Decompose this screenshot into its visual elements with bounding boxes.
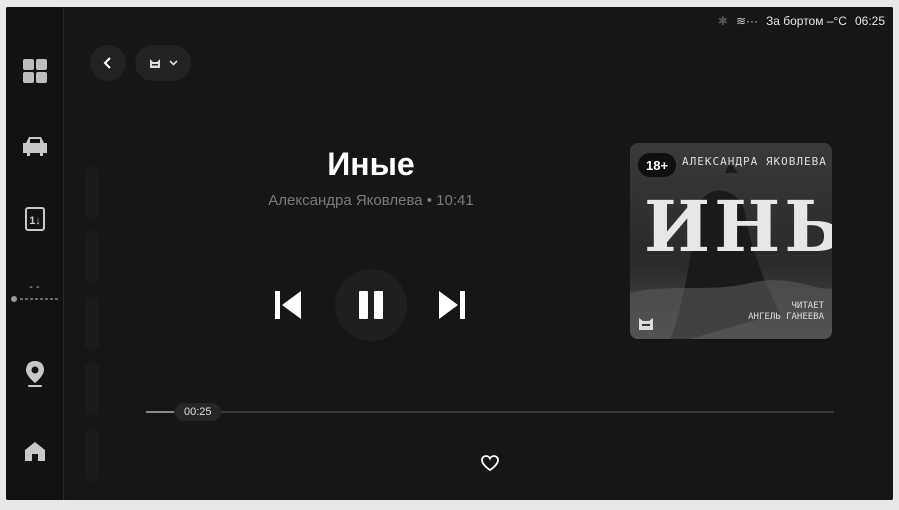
wifi-icon: ≋···: [735, 14, 758, 28]
phone-sim-icon: 1↓: [24, 207, 45, 231]
source-selector[interactable]: [135, 45, 191, 81]
clock: 06:25: [854, 14, 885, 28]
home-icon: [24, 442, 45, 461]
back-button[interactable]: [90, 45, 126, 81]
cover-narrator-line1: ЧИТАЕТ: [791, 301, 824, 311]
cat-logo-icon: [149, 59, 160, 68]
next-button[interactable]: [434, 287, 470, 323]
skip-previous-icon: [275, 291, 301, 319]
progress-bar[interactable]: [146, 411, 834, 413]
track-title: Иные: [327, 146, 415, 182]
previous-button[interactable]: [270, 287, 306, 323]
chevron-down-icon: [168, 60, 178, 66]
publisher-cat-icon: [639, 318, 653, 330]
ghost-card: [85, 297, 99, 349]
sidebar-item-apps[interactable]: [6, 55, 63, 87]
sidebar: 1↓ - -: [6, 7, 64, 500]
climate-fan-icon: [10, 296, 59, 302]
ghost-card: [85, 363, 99, 415]
track-subtitle: Александра Яковлева • 10:41: [268, 192, 474, 209]
ghost-card: [85, 429, 99, 481]
pause-button[interactable]: [335, 269, 407, 341]
sidebar-item-phone[interactable]: 1↓: [6, 203, 63, 235]
main-player: ✱ ≋··· За бортом –°C 06:25 Иные Александ…: [66, 7, 893, 500]
climate-label: - -: [29, 281, 40, 293]
car-icon: [22, 137, 47, 156]
screen: 1↓ - - ✱ ≋··· За бортом –°C 06:25 Иные А…: [6, 7, 893, 500]
status-bar: ✱ ≋··· За бортом –°C 06:25: [718, 12, 885, 30]
ghost-card: [85, 231, 99, 283]
outside-temp-label: За бортом –°C: [765, 14, 847, 28]
skip-next-icon: [439, 291, 465, 319]
sidebar-item-climate[interactable]: - -: [6, 275, 63, 311]
progress-fill: [146, 411, 174, 413]
cover-narrator-line2: АНГЕЛЬ ГАНЕЕВА: [748, 312, 824, 322]
apps-grid-icon: [22, 59, 47, 83]
like-button[interactable]: [476, 449, 504, 477]
cover-title: ИНЫЕ: [644, 185, 832, 268]
cover-narrator: ЧИТАЕТ АНГЕЛЬ ГАНЕЕВА: [748, 301, 824, 323]
sidebar-item-home[interactable]: [6, 435, 63, 467]
ghost-card: [85, 167, 99, 219]
svg-text:1↓: 1↓: [29, 215, 41, 227]
pause-icon: [359, 291, 383, 319]
elapsed-time[interactable]: 00:25: [175, 403, 221, 421]
age-rating-badge: 18+: [638, 153, 677, 177]
heart-icon: [481, 455, 499, 472]
location-pin-icon: [25, 361, 44, 387]
album-cover: 18+ АЛЕКСАНДРА ЯКОВЛЕВА ИНЫЕ ЧИТАЕТ АНГЕ…: [630, 143, 832, 339]
cover-author: АЛЕКСАНДРА ЯКОВЛЕВА: [682, 155, 827, 168]
bluetooth-icon: ✱: [717, 14, 728, 28]
sidebar-item-car[interactable]: [6, 130, 63, 162]
chevron-left-icon: [103, 57, 111, 69]
sidebar-item-location[interactable]: [6, 357, 63, 391]
